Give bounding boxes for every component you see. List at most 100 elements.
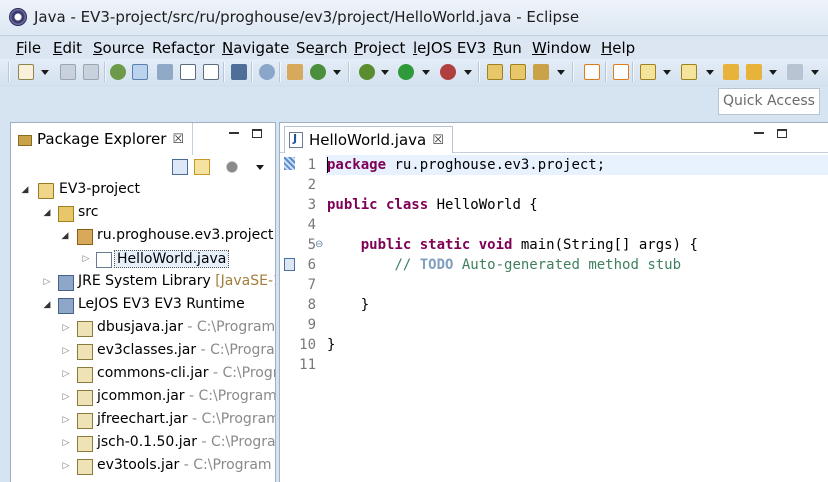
forward-icon[interactable] — [787, 64, 803, 80]
tree-item-jar[interactable]: ▷ ev3tools.jar - C:\Program Fi — [11, 455, 275, 478]
tree-item-jre[interactable]: ▷ JRE System Library [JavaSE-1.7 — [11, 271, 275, 294]
jar-icon — [77, 436, 93, 452]
tree-item-src[interactable]: ◢ src — [11, 202, 275, 225]
menu-lejos-ev3[interactable]: leJOS EV3 — [413, 39, 486, 57]
collapsed-arrow-icon[interactable]: ▷ — [61, 346, 71, 356]
menu-help[interactable]: Help — [601, 39, 635, 57]
paragraph-icon[interactable] — [203, 64, 219, 80]
new-class-icon[interactable] — [310, 64, 326, 80]
menu-run[interactable]: Run — [493, 39, 522, 57]
search-dropdown-icon[interactable] — [557, 70, 565, 75]
collapsed-arrow-icon[interactable]: ▷ — [42, 277, 52, 287]
tree-item-jar[interactable]: ▷ jfreechart.jar - C:\Program I — [11, 409, 275, 432]
new-package-icon[interactable] — [287, 64, 303, 80]
tree-item-decoration: - C:\Program Fi — [183, 457, 275, 473]
menu-project[interactable]: Project — [354, 39, 405, 57]
tab-helloworld-java[interactable]: HelloWorld.java ☒ — [284, 126, 453, 153]
tree-item-jar[interactable]: ▷ commons-cli.jar - C:\Progra — [11, 363, 275, 386]
mark-occurrences-icon[interactable] — [132, 64, 148, 80]
menu-window[interactable]: Window — [532, 39, 591, 57]
maximize-icon[interactable] — [777, 129, 787, 138]
external-tools-icon[interactable] — [440, 64, 456, 80]
tab-package-explorer[interactable]: Package Explorer ☒ — [11, 123, 194, 155]
new-icon[interactable] — [18, 64, 34, 80]
run-dropdown-icon[interactable] — [422, 70, 430, 75]
tree-item-label: LeJOS EV3 EV3 Runtime — [78, 296, 245, 312]
tree-item-jar[interactable]: ▷ jcommon.jar - C:\Program I — [11, 386, 275, 409]
expanded-arrow-icon[interactable]: ◢ — [20, 185, 30, 195]
open-folder-icon[interactable] — [510, 64, 526, 80]
next-annotation-dropdown-icon[interactable] — [663, 70, 671, 75]
new-dropdown-icon[interactable] — [41, 70, 49, 75]
save-all-icon[interactable] — [83, 64, 99, 80]
line-number: 6 — [307, 257, 316, 273]
line-number-ruler: ⊖ 1 2 3 4 5 6 7 8 9 10 11 — [280, 153, 326, 482]
tree-item-label: JRE System Library — [78, 273, 211, 289]
overview-ruler[interactable] — [821, 153, 828, 482]
pin-icon[interactable] — [110, 64, 126, 80]
previous-annotation-dropdown-icon[interactable] — [706, 70, 714, 75]
collapsed-arrow-icon[interactable]: ▷ — [61, 438, 71, 448]
tree-item-jar[interactable]: ▷ dbusjava.jar - C:\Program F — [11, 317, 275, 340]
toggle-block-icon[interactable] — [157, 64, 173, 80]
close-icon[interactable]: ☒ — [432, 133, 444, 148]
tree-item-jar[interactable]: ▷ ev3classes.jar - C:\Program — [11, 340, 275, 363]
fold-icon[interactable]: ⊖ — [315, 239, 323, 250]
code-text-area[interactable]: package ru.proghouse.ev3.project; public… — [326, 153, 828, 482]
menu-source[interactable]: Source — [93, 39, 145, 57]
code-line: package ru.proghouse.ev3.project; — [327, 157, 606, 173]
toolbar-separator — [348, 62, 350, 82]
minimize-icon[interactable] — [229, 132, 239, 134]
tree-item-jar[interactable]: ▷ jsch-0.1.50.jar - C:\Program — [11, 432, 275, 455]
lejos-run-icon[interactable] — [613, 64, 629, 80]
open-type-icon[interactable] — [487, 64, 503, 80]
quick-access-field[interactable]: Quick Access — [718, 88, 820, 115]
focus-icon[interactable] — [224, 159, 240, 175]
collapsed-arrow-icon[interactable]: ▷ — [81, 254, 91, 264]
show-whitespace-icon[interactable] — [180, 64, 196, 80]
debug-icon[interactable] — [359, 64, 375, 80]
save-icon[interactable] — [60, 64, 76, 80]
main-toolbar — [0, 59, 828, 87]
expanded-arrow-icon[interactable]: ◢ — [42, 300, 52, 310]
collapsed-arrow-icon[interactable]: ▷ — [61, 369, 71, 379]
skip-breakpoints-icon[interactable] — [259, 64, 275, 80]
next-annotation-icon[interactable] — [640, 64, 656, 80]
view-menu-icon[interactable] — [256, 165, 264, 170]
collapsed-arrow-icon[interactable]: ▷ — [61, 392, 71, 402]
lejos-upload-icon[interactable] — [584, 64, 600, 80]
collapsed-arrow-icon[interactable]: ▷ — [61, 323, 71, 333]
link-with-editor-icon[interactable] — [194, 159, 210, 175]
menu-file[interactable]: File — [16, 39, 41, 57]
close-icon[interactable]: ☒ — [172, 132, 184, 147]
toolbar-separator — [572, 62, 574, 82]
debug-dropdown-icon[interactable] — [381, 70, 389, 75]
minimize-icon[interactable] — [754, 132, 764, 134]
collapsed-arrow-icon[interactable]: ▷ — [61, 461, 71, 471]
back-dropdown-icon[interactable] — [769, 70, 777, 75]
tree-item-package[interactable]: ◢ ru.proghouse.ev3.project — [11, 225, 275, 248]
toolbar-separator — [605, 62, 607, 82]
collapse-all-icon[interactable] — [172, 159, 188, 175]
run-icon[interactable] — [398, 64, 414, 80]
collapsed-arrow-icon[interactable]: ▷ — [61, 415, 71, 425]
tree-item-lejos-runtime[interactable]: ◢ LeJOS EV3 EV3 Runtime — [11, 294, 275, 317]
external-tools-dropdown-icon[interactable] — [464, 70, 472, 75]
forward-dropdown-icon[interactable] — [811, 70, 819, 75]
new-class-dropdown-icon[interactable] — [333, 70, 341, 75]
tree-item-project[interactable]: ◢ EV3-project — [11, 179, 275, 202]
previous-annotation-icon[interactable] — [681, 64, 697, 80]
menu-search[interactable]: Search — [296, 39, 348, 57]
search-icon[interactable] — [533, 64, 549, 80]
expanded-arrow-icon[interactable]: ◢ — [60, 231, 70, 241]
menu-refactor[interactable]: Refactor — [152, 39, 215, 57]
back-icon[interactable] — [746, 64, 762, 80]
maximize-icon[interactable] — [252, 129, 262, 138]
toolbar-separator — [251, 62, 253, 82]
menu-edit[interactable]: Edit — [53, 39, 82, 57]
console-icon[interactable] — [231, 64, 247, 80]
tree-item-helloworld[interactable]: ▷ HelloWorld.java — [11, 248, 275, 271]
menu-navigate[interactable]: Navigate — [222, 39, 289, 57]
expanded-arrow-icon[interactable]: ◢ — [42, 208, 52, 218]
last-edit-icon[interactable] — [723, 64, 739, 80]
